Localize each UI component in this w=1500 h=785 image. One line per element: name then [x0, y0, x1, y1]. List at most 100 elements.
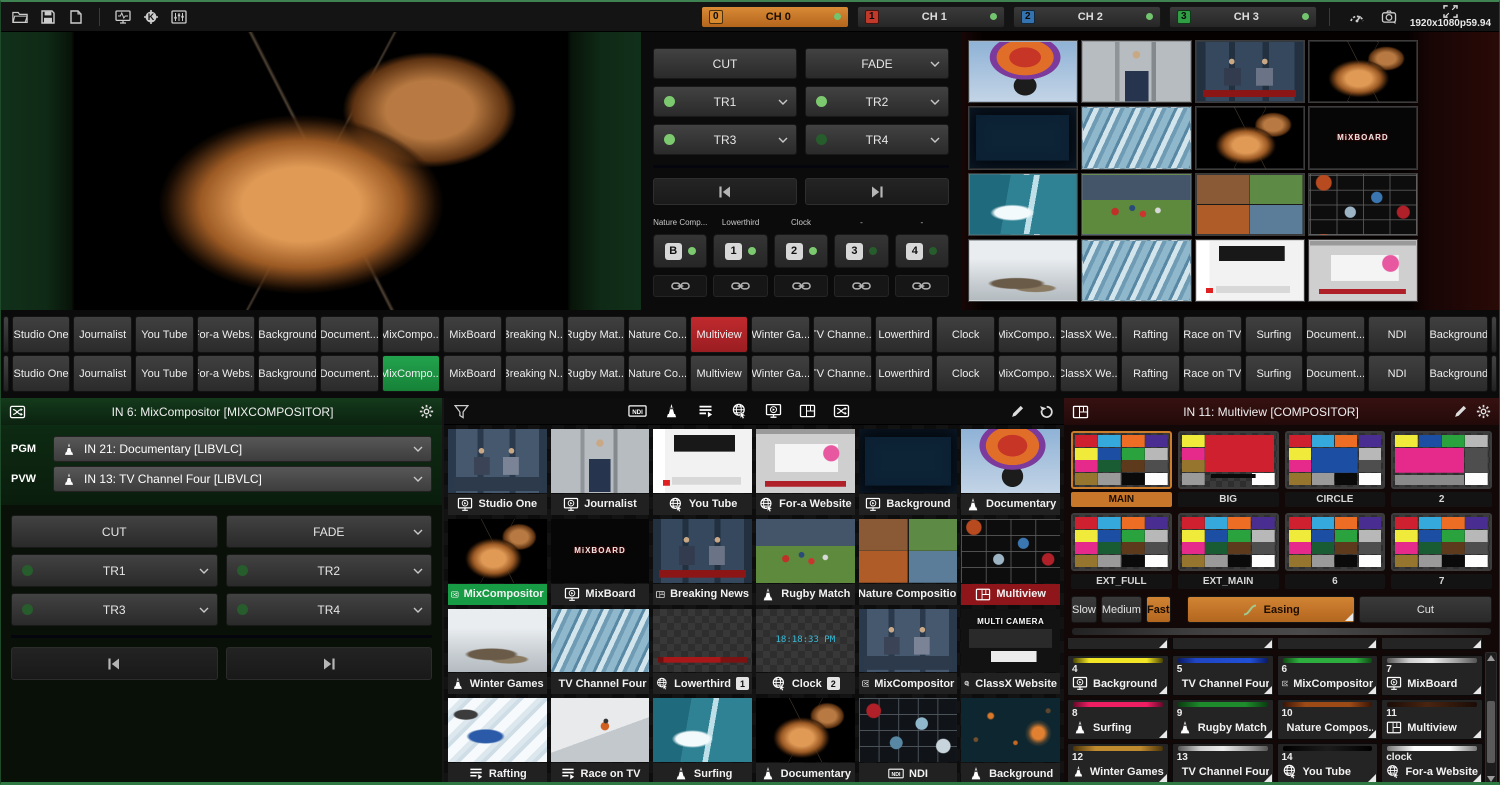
program-source-button[interactable]: Surfing: [1245, 316, 1304, 353]
multiview-source-card[interactable]: Documentary: [1067, 638, 1169, 650]
multiview-source-card[interactable]: Journalist: [1172, 638, 1274, 650]
preview-source-button[interactable]: TV Channe...: [813, 355, 872, 392]
edit-pencil-icon[interactable]: [1010, 404, 1025, 419]
input-cell[interactable]: Background: [858, 428, 959, 516]
source-type-filter-icon[interactable]: [662, 403, 681, 419]
toolbar-file-icon[interactable]: [37, 7, 59, 27]
multiview-cell[interactable]: [969, 41, 1077, 102]
multiview-source-card[interactable]: 8 Surfing: [1067, 699, 1169, 740]
program-source-button[interactable]: For-a Webs...: [197, 316, 256, 353]
input-label-bar[interactable]: Background: [961, 763, 1060, 784]
multiview-source-card[interactable]: Breaking News: [1277, 638, 1379, 650]
transition-button[interactable]: TR2: [226, 554, 433, 587]
input-cell[interactable]: You Tube: [652, 428, 753, 516]
input-thumbnail[interactable]: [653, 609, 752, 673]
input-label-bar[interactable]: Documentary: [961, 494, 1060, 515]
input-label-bar[interactable]: NDI: [859, 763, 958, 784]
multiview-cell[interactable]: [1309, 41, 1417, 102]
input-thumbnail[interactable]: [961, 698, 1060, 762]
multiview-cell[interactable]: [1082, 240, 1190, 301]
multiview-source-card[interactable]: 14 You Tube: [1277, 743, 1379, 784]
program-source-button[interactable]: Multiview: [690, 316, 749, 353]
cut-button[interactable]: CUT: [653, 48, 797, 79]
multiview-cell[interactable]: MiXBOARD: [1309, 107, 1417, 168]
input-cell[interactable]: Documentary: [960, 428, 1061, 516]
preview-source-button[interactable]: NDI: [1368, 355, 1427, 392]
input-thumbnail[interactable]: [859, 429, 958, 493]
preview-source-button[interactable]: MixCompo...: [382, 355, 441, 392]
transition-button[interactable]: TR1: [11, 554, 218, 587]
input-thumbnail[interactable]: [448, 429, 547, 493]
layout-preset[interactable]: CIRCLE: [1285, 431, 1386, 507]
input-label-bar[interactable]: Journalist: [551, 494, 650, 515]
input-cell[interactable]: Race on TV: [550, 697, 651, 785]
input-cell[interactable]: Journalist: [550, 428, 651, 516]
layout-preset[interactable]: 2: [1391, 431, 1492, 507]
multiview-source-card[interactable]: 7 MixBoard: [1381, 655, 1483, 696]
scroll-handle-right[interactable]: [1491, 355, 1497, 392]
input-cell[interactable]: Breaking News: [652, 518, 753, 606]
input-label-bar[interactable]: Studio One: [448, 494, 547, 515]
preview-source-button[interactable]: Lowerthird: [875, 355, 934, 392]
program-source-button[interactable]: Journalist: [73, 316, 132, 353]
input-label-bar[interactable]: MixCompositor: [448, 584, 547, 605]
multiview-source-card[interactable]: 10 Nature Compos...: [1277, 699, 1379, 740]
speed-button[interactable]: Medium: [1101, 596, 1142, 623]
program-source-button[interactable]: MixCompo...: [998, 316, 1057, 353]
link-button[interactable]: [895, 275, 949, 297]
input-thumbnail[interactable]: [448, 519, 547, 583]
multiview-cell[interactable]: [1082, 107, 1190, 168]
program-source-button[interactable]: Document...: [1306, 316, 1365, 353]
program-source-button[interactable]: Race on TV: [1183, 316, 1242, 353]
input-cell[interactable]: MixCompositor: [447, 518, 548, 606]
fade-button[interactable]: FADE: [805, 48, 949, 79]
program-source-button[interactable]: Background: [1429, 316, 1488, 353]
transition-button[interactable]: TR3: [653, 124, 797, 155]
toolbar-app-icon[interactable]: [112, 7, 134, 27]
input-thumbnail[interactable]: MULTI CAMERA: [961, 609, 1060, 673]
input-cell[interactable]: Lowerthird 1: [652, 608, 753, 696]
layout-preset[interactable]: BIG: [1178, 431, 1279, 507]
source-type-filter-icon[interactable]: [628, 403, 647, 419]
multiview-cell[interactable]: [1309, 240, 1417, 301]
skip-prev-button[interactable]: [653, 178, 797, 205]
scroll-down-arrow[interactable]: [1487, 774, 1495, 784]
program-source-button[interactable]: Breaking N...: [505, 316, 564, 353]
speed-button[interactable]: Fast: [1146, 596, 1171, 623]
preview-source-button[interactable]: Nature Co...: [628, 355, 687, 392]
pgm-source-select[interactable]: IN 21: Documentary [LIBVLC]: [53, 436, 432, 462]
cut-mode-button[interactable]: Cut: [1359, 596, 1492, 623]
multiview-cell[interactable]: [1196, 174, 1304, 235]
gear-icon[interactable]: [419, 404, 434, 419]
multiview-source-card[interactable]: 6 MixCompositor: [1277, 655, 1379, 696]
scroll-up-arrow[interactable]: [1487, 653, 1495, 663]
macro-button[interactable]: 2: [774, 234, 828, 268]
link-button[interactable]: [834, 275, 888, 297]
program-source-button[interactable]: TV Channe...: [813, 316, 872, 353]
macro-button[interactable]: 3: [834, 234, 888, 268]
edit-pencil-icon[interactable]: [1453, 404, 1468, 419]
gear-icon[interactable]: [1476, 404, 1491, 419]
multiview-source-card[interactable]: 12 Winter Games: [1067, 743, 1169, 784]
undo-icon[interactable]: [1039, 404, 1054, 419]
filter-funnel-icon[interactable]: [454, 404, 469, 419]
channel-button[interactable]: 0 CH 0: [701, 6, 849, 28]
source-type-filter-icon[interactable]: [832, 403, 851, 419]
multiview-cell[interactable]: [969, 240, 1077, 301]
multiview-cell[interactable]: [1082, 41, 1190, 102]
input-thumbnail[interactable]: [859, 698, 958, 762]
input-thumbnail[interactable]: [551, 698, 650, 762]
input-thumbnail[interactable]: [448, 698, 547, 762]
input-cell[interactable]: NDI: [858, 697, 959, 785]
input-label-bar[interactable]: Multiview: [961, 584, 1060, 605]
input-thumbnail[interactable]: [961, 429, 1060, 493]
input-cell[interactable]: Surfing: [652, 697, 753, 785]
multiview-cell[interactable]: [1196, 240, 1304, 301]
multiview-cell[interactable]: [969, 174, 1077, 235]
transition-button[interactable]: TR1: [653, 86, 797, 117]
input-label-bar[interactable]: Rugby Match: [756, 584, 855, 605]
preview-source-button[interactable]: Document...: [320, 355, 379, 392]
preview-source-button[interactable]: Document...: [1306, 355, 1365, 392]
channel-button[interactable]: 1 CH 1: [857, 6, 1005, 28]
scroll-handle-left[interactable]: [3, 355, 9, 392]
